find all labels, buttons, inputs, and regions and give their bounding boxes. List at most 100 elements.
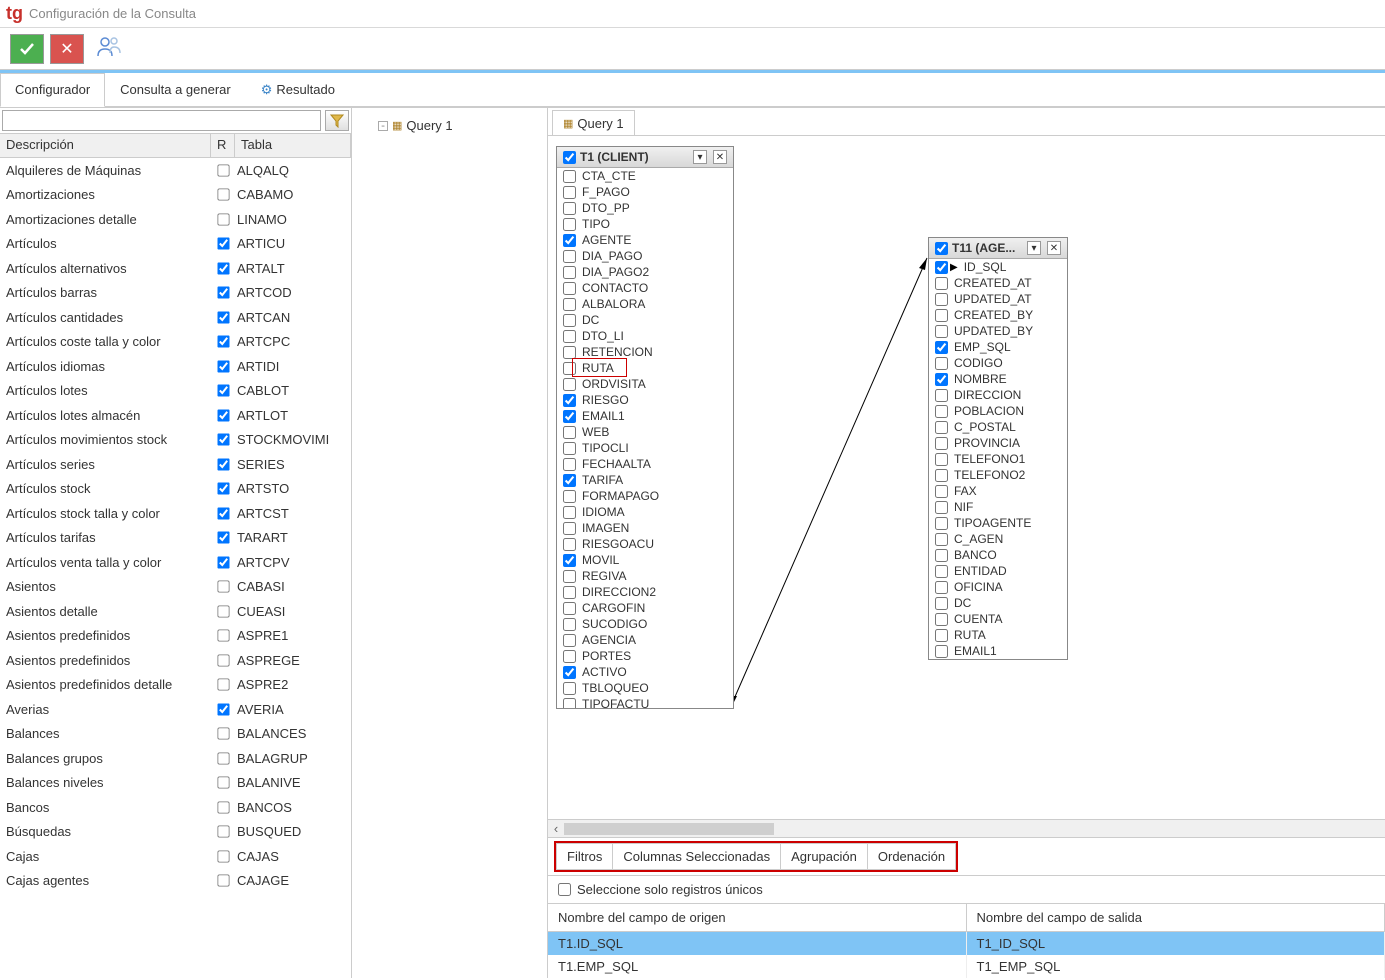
table-row[interactable]: Artículos coste talla y colorARTCPC — [0, 330, 351, 355]
row-r[interactable] — [211, 237, 235, 250]
row-r[interactable] — [211, 727, 235, 740]
table-row[interactable]: BancosBANCOS — [0, 795, 351, 820]
field-checkbox[interactable] — [563, 698, 576, 709]
row-r[interactable] — [211, 507, 235, 520]
table-row[interactable]: Artículos lotesCABLOT — [0, 379, 351, 404]
field-row[interactable]: TIPOCLI — [557, 440, 733, 456]
row-r[interactable] — [211, 654, 235, 667]
field-checkbox[interactable] — [935, 549, 948, 562]
tab-columnas[interactable]: Columnas Seleccionadas — [613, 843, 781, 870]
field-checkbox[interactable] — [563, 330, 576, 343]
field-row[interactable]: REGIVA — [557, 568, 733, 584]
table-row[interactable]: BalancesBALANCES — [0, 722, 351, 747]
field-checkbox[interactable] — [563, 490, 576, 503]
field-row[interactable]: F_PAGO — [557, 184, 733, 200]
row-r[interactable] — [211, 213, 235, 226]
field-row[interactable]: AGENCIA — [557, 632, 733, 648]
row-r[interactable] — [211, 433, 235, 446]
close-icon[interactable]: ✕ — [713, 150, 727, 164]
table-row[interactable]: Asientos detalleCUEASI — [0, 599, 351, 624]
row-r[interactable] — [211, 458, 235, 471]
row-r-checkbox[interactable] — [217, 238, 229, 250]
row-r-checkbox[interactable] — [217, 826, 229, 838]
field-row[interactable]: C_AGEN — [929, 531, 1067, 547]
row-r[interactable] — [211, 703, 235, 716]
row-r[interactable] — [211, 850, 235, 863]
row-r-checkbox[interactable] — [217, 189, 229, 201]
field-checkbox[interactable] — [935, 277, 948, 290]
field-checkbox[interactable] — [935, 501, 948, 514]
table-t1-fields[interactable]: CTA_CTEF_PAGODTO_PPTIPOAGENTEDIA_PAGODIA… — [557, 168, 733, 708]
table-row[interactable]: BúsquedasBUSQUED — [0, 820, 351, 845]
table-row[interactable]: Artículos idiomasARTIDI — [0, 354, 351, 379]
table-row[interactable]: Artículos venta talla y colorARTCPV — [0, 550, 351, 575]
field-row[interactable]: DTO_LI — [557, 328, 733, 344]
field-row[interactable]: TARIFA — [557, 472, 733, 488]
field-checkbox[interactable] — [563, 250, 576, 263]
row-r[interactable] — [211, 580, 235, 593]
field-row[interactable]: RUTA — [929, 627, 1067, 643]
field-checkbox[interactable] — [563, 634, 576, 647]
field-checkbox[interactable] — [563, 426, 576, 439]
row-r[interactable] — [211, 360, 235, 373]
row-r[interactable] — [211, 262, 235, 275]
field-checkbox[interactable] — [563, 650, 576, 663]
tree-root[interactable]: - ▦ Query 1 — [352, 114, 547, 133]
table-row[interactable]: AsientosCABASI — [0, 575, 351, 600]
dropdown-icon[interactable]: ▾ — [693, 150, 707, 164]
row-r-checkbox[interactable] — [217, 532, 229, 544]
user-button[interactable] — [96, 35, 122, 63]
field-checkbox[interactable] — [935, 597, 948, 610]
field-row[interactable]: ACTIVO — [557, 664, 733, 680]
table-t11-fields[interactable]: ▶ID_SQLCREATED_ATUPDATED_ATCREATED_BYUPD… — [929, 259, 1067, 659]
field-row[interactable]: C_POSTAL — [929, 419, 1067, 435]
selected-columns-body[interactable]: T1.ID_SQLT1_ID_SQLT1.EMP_SQLT1_EMP_SQL — [548, 932, 1385, 978]
row-r-checkbox[interactable] — [217, 777, 229, 789]
row-r[interactable] — [211, 164, 235, 177]
field-checkbox[interactable] — [563, 586, 576, 599]
field-row[interactable]: DIA_PAGO2 — [557, 264, 733, 280]
row-r-checkbox[interactable] — [217, 728, 229, 740]
row-r-checkbox[interactable] — [217, 507, 229, 519]
filter-input[interactable] — [2, 110, 321, 131]
field-row[interactable]: MOVIL — [557, 552, 733, 568]
field-row[interactable]: NIF — [929, 499, 1067, 515]
field-row[interactable]: DIRECCION — [929, 387, 1067, 403]
field-checkbox[interactable] — [935, 629, 948, 642]
row-r[interactable] — [211, 409, 235, 422]
row-r[interactable] — [211, 556, 235, 569]
field-checkbox[interactable] — [563, 506, 576, 519]
field-checkbox[interactable] — [563, 362, 576, 375]
field-checkbox[interactable] — [935, 645, 948, 658]
field-checkbox[interactable] — [935, 309, 948, 322]
row-r-checkbox[interactable] — [217, 336, 229, 348]
scroll-thumb[interactable] — [564, 823, 774, 835]
field-checkbox[interactable] — [935, 389, 948, 402]
table-row[interactable]: Artículos cantidadesARTCAN — [0, 305, 351, 330]
selected-column-row[interactable]: T1.EMP_SQLT1_EMP_SQL — [548, 955, 1385, 978]
close-icon[interactable]: ✕ — [1047, 241, 1061, 255]
dropdown-icon[interactable]: ▾ — [1027, 241, 1041, 255]
field-row[interactable]: TBLOQUEO — [557, 680, 733, 696]
row-r[interactable] — [211, 801, 235, 814]
table-row[interactable]: Asientos predefinidosASPRE1 — [0, 624, 351, 649]
row-r[interactable] — [211, 384, 235, 397]
field-row[interactable]: FORMAPAGO — [557, 488, 733, 504]
field-checkbox[interactable] — [935, 357, 948, 370]
field-checkbox[interactable] — [563, 186, 576, 199]
horizontal-scrollbar[interactable]: ‹ — [548, 820, 1385, 838]
table-row[interactable]: AveriasAVERIA — [0, 697, 351, 722]
table-row[interactable]: Artículos stock talla y colorARTCST — [0, 501, 351, 526]
field-row[interactable]: DC — [557, 312, 733, 328]
field-row[interactable]: ORDVISITA — [557, 376, 733, 392]
field-row[interactable]: CREATED_BY — [929, 307, 1067, 323]
field-row[interactable]: NOMBRE — [929, 371, 1067, 387]
table-row[interactable]: Artículos movimientos stockSTOCKMOVIMI — [0, 428, 351, 453]
field-checkbox[interactable] — [563, 170, 576, 183]
tab-ordenacion[interactable]: Ordenación — [868, 843, 956, 870]
field-checkbox[interactable] — [935, 373, 948, 386]
field-checkbox[interactable] — [935, 517, 948, 530]
field-checkbox[interactable] — [563, 442, 576, 455]
row-r-checkbox[interactable] — [217, 360, 229, 372]
field-row[interactable]: CARGOFIN — [557, 600, 733, 616]
